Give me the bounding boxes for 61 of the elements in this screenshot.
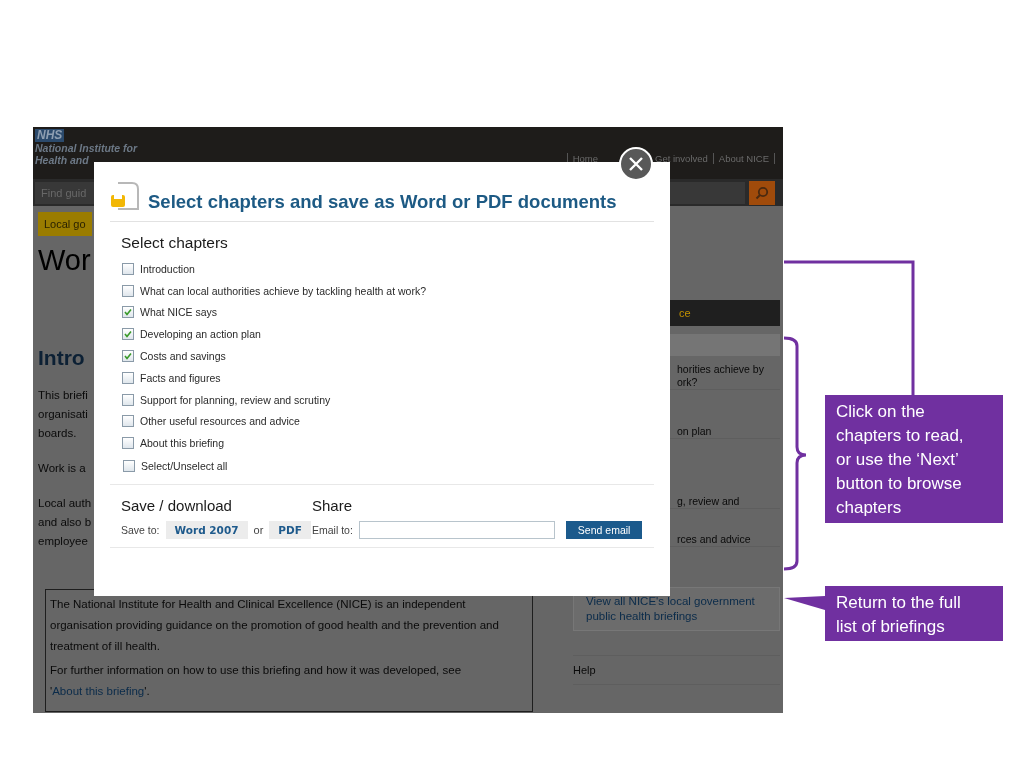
callout-pointer: [784, 596, 825, 610]
category-tag[interactable]: Local go: [38, 212, 92, 236]
chapter-link[interactable]: ork?: [677, 376, 780, 389]
checkbox-label: Costs and savings: [140, 350, 226, 363]
paragraph-text: organisati: [38, 407, 88, 422]
paragraph-text: This briefi: [38, 388, 88, 403]
field-label: Email to:: [312, 524, 353, 537]
save-document-icon: [110, 181, 140, 213]
paragraph-text: boards.: [38, 426, 77, 441]
page-heading: Wor: [38, 244, 91, 277]
separator-text: or: [253, 524, 264, 537]
help-link[interactable]: Help: [573, 655, 780, 685]
section-heading: Share: [312, 497, 354, 515]
email-field[interactable]: [358, 521, 555, 540]
checkbox-label: What can local authorities achieve by tackling health at work?: [140, 284, 426, 297]
callout-box: Return to the full list of briefings: [825, 586, 1003, 641]
close-icon: [629, 157, 643, 171]
checkbox-label: About this briefing: [140, 437, 225, 450]
paragraph-text: employee: [38, 534, 88, 549]
pdf-button[interactable]: PDF: [269, 521, 311, 540]
search-button[interactable]: [749, 180, 775, 205]
checkbox[interactable]: [122, 284, 134, 297]
chapter-link[interactable]: g, review and: [677, 495, 780, 508]
section-heading: Intro: [38, 346, 85, 370]
checkbox-label: Introduction: [140, 262, 195, 275]
checkbox[interactable]: [123, 460, 135, 473]
field-label: Save to:: [121, 524, 160, 537]
checkbox[interactable]: [122, 350, 134, 363]
nav-link[interactable]: About NICE: [712, 152, 775, 164]
organisation-name: National Institute for: [35, 142, 138, 154]
about-link[interactable]: About this briefing: [52, 685, 145, 697]
chapter-link[interactable]: rces and advice: [677, 533, 780, 546]
checkbox-label: Select/Unselect all: [141, 460, 228, 473]
checkbox[interactable]: [122, 393, 134, 406]
chapter-link[interactable]: on plan: [677, 425, 780, 438]
organisation-name: Health and: [35, 154, 90, 166]
checkbox-label: Support for planning, review and scrutiny: [140, 393, 331, 406]
send-email-button[interactable]: Send email: [565, 521, 643, 540]
search-icon: [755, 185, 769, 200]
section-heading: Save / download: [121, 497, 233, 515]
dialog-title: Select chapters and save as Word or PDF documents: [148, 191, 617, 213]
chapter-link[interactable]: horities achieve by: [677, 363, 780, 376]
section-heading: Select chapters: [121, 234, 229, 252]
checkbox-label: What NICE says: [140, 306, 218, 319]
checkbox[interactable]: [122, 328, 134, 341]
checkbox[interactable]: [122, 371, 134, 384]
info-text: The National Institute for Health and Clinical Excellence (NICE) is an independent organisation providing guidance on the promotion of good health and the prevention and treatment of ill health.: [50, 597, 500, 654]
info-text: For further information on how to use this briefing and how it was developed, see 'About this briefing'.: [50, 663, 463, 699]
callout-box: Click on the chapters to read, or use the ‘Next’ button to browse chapters: [825, 395, 1003, 523]
checkbox-label: Developing an action plan: [140, 328, 261, 341]
checkbox[interactable]: [122, 415, 134, 428]
checkbox-label: Facts and figures: [140, 371, 221, 384]
paragraph-text: Work is a: [38, 461, 86, 476]
checkbox[interactable]: [122, 437, 134, 450]
word-button[interactable]: Word 2007: [165, 521, 248, 540]
paragraph-text: and also b: [38, 515, 92, 530]
checkbox[interactable]: [122, 306, 134, 319]
paragraph-text: Local auth: [38, 496, 92, 511]
checkbox[interactable]: [122, 262, 134, 275]
logo[interactable]: NHS: [35, 129, 65, 142]
checkbox-label: Other useful resources and advice: [140, 415, 300, 428]
